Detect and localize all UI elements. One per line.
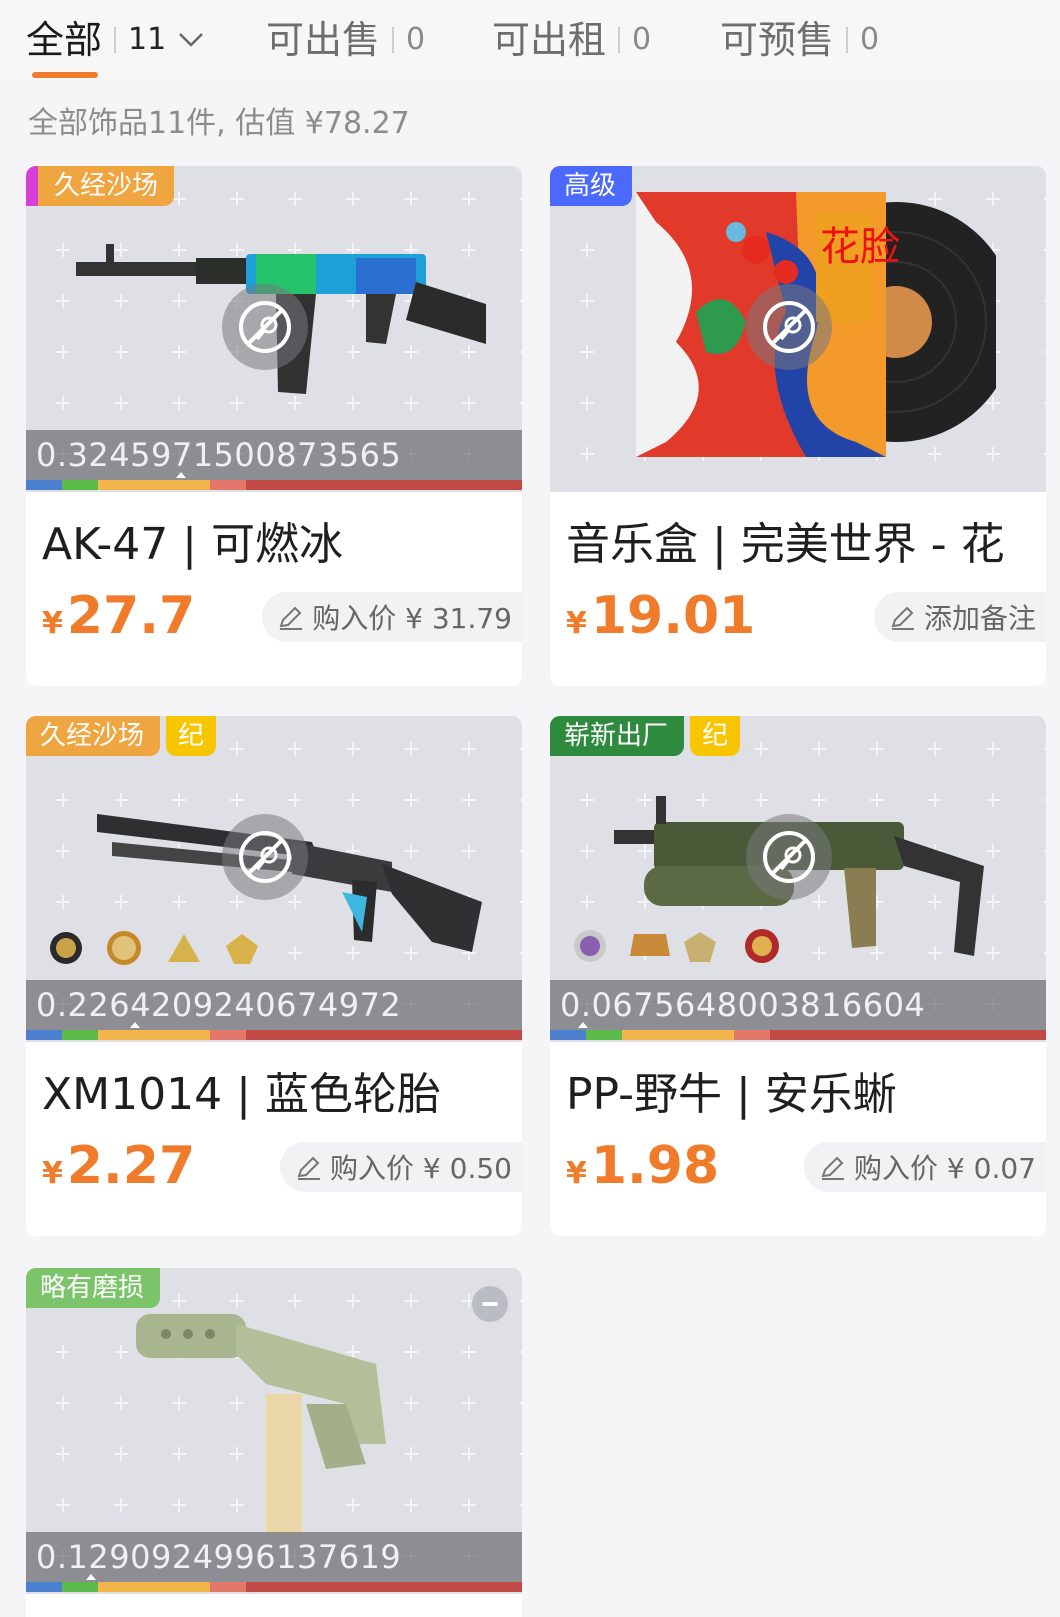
item-image: 久经沙场 0.3245971500873565 [26, 166, 522, 492]
trade-lock-icon [746, 284, 832, 370]
price-value: 19.01 [590, 586, 756, 646]
inventory-summary: 全部饰品11件, 估值 ¥78.27 [28, 106, 410, 141]
float-value: 0.1290924996137619 [36, 1538, 402, 1576]
float-value: 0.0675648003816604 [560, 986, 926, 1024]
edit-icon [279, 606, 303, 630]
tab-count: 0 [406, 22, 426, 57]
item-card[interactable]: 崭新出厂 纪 0.0675648003816604 PP-野牛 | 安乐蜥 ¥1… [550, 716, 1046, 1236]
float-value-bar: 0.2264209240674972 [26, 980, 522, 1030]
float-pointer [130, 1022, 140, 1028]
price-value: 27.7 [66, 586, 196, 646]
wear-range-bar [26, 480, 522, 490]
sticker-row [50, 931, 258, 965]
item-price: ¥27.7 [42, 586, 195, 646]
tag-group: 高级 [550, 166, 633, 206]
edit-icon [891, 606, 914, 630]
purchase-price-label: 购入价 ¥ 0.50 [330, 1152, 512, 1185]
currency-symbol: ¥ [566, 1156, 587, 1191]
active-tab-indicator [32, 72, 98, 78]
item-name: XM1014 | 蓝色轮胎 [42, 1069, 441, 1120]
float-value-bar: 0.0675648003816604 [550, 980, 1046, 1030]
price-value: 2.27 [66, 1136, 196, 1196]
chevron-down-icon[interactable] [178, 27, 204, 53]
tab-divider [114, 27, 117, 53]
tab-divider [846, 27, 849, 53]
trade-lock-icon [746, 814, 832, 900]
add-note-label: 添加备注 [923, 602, 1036, 635]
wear-tag: 崭新出厂 [550, 716, 685, 756]
wear-range-bar [550, 1030, 1046, 1040]
tab-divider [392, 27, 395, 53]
item-price: ¥2.27 [42, 1136, 195, 1196]
sticker-row [574, 929, 779, 963]
float-pointer [578, 1022, 588, 1028]
item-image: 略有磨损 0.1290924996137619 [26, 1268, 522, 1594]
purchase-price-label: 购入价 ¥ 31.79 [312, 602, 512, 635]
tab-label: 全部 [26, 18, 103, 62]
grade-tag: 高级 [550, 166, 633, 206]
purchase-price-label: 购入价 ¥ 0.07 [854, 1152, 1036, 1185]
currency-symbol: ¥ [42, 1156, 63, 1191]
wear-range-bar [26, 1582, 522, 1592]
item-image: 久经沙场 纪 0.2264209240674972 [26, 716, 522, 1042]
add-note-button[interactable]: 添加备注 [873, 592, 1046, 642]
item-card[interactable]: 略有磨损 0.1290924996137619 [26, 1268, 522, 1617]
souvenir-tag: 纪 [690, 716, 741, 756]
album-art-text: 花脸 [820, 224, 900, 270]
float-value: 0.3245971500873565 [36, 436, 402, 474]
item-name: PP-野牛 | 安乐蜥 [566, 1069, 897, 1120]
tab-divider [618, 27, 621, 53]
tab-bar: 全部 11 可出售 0 可出租 0 可预售 0 [0, 0, 1060, 80]
item-price: ¥1.98 [566, 1136, 719, 1196]
edit-icon [821, 1156, 845, 1180]
float-pointer [86, 1574, 96, 1580]
wear-tag: 久经沙场 [26, 166, 175, 206]
wear-tag: 久经沙场 [26, 716, 161, 756]
wear-range-bar [26, 1030, 522, 1040]
tab-count: 0 [632, 22, 652, 57]
item-card[interactable]: 久经沙场 0.3245971500873565 AK-47 | 可燃冰 ¥27.… [26, 166, 522, 686]
price-value: 1.98 [590, 1136, 720, 1196]
item-card[interactable]: 久经沙场 纪 0.2264209240674972 XM1014 | 蓝色轮胎 … [26, 716, 522, 1236]
tag-group: 久经沙场 纪 [26, 716, 217, 756]
trade-lock-icon [222, 284, 308, 370]
item-name: 音乐盒 | 完美世界 - 花 [566, 519, 1005, 570]
item-name: AK-47 | 可燃冰 [42, 519, 343, 570]
item-card[interactable]: 花脸 高级 音乐盒 | 完美世界 - 花 ¥19.01 添加备注 [550, 166, 1046, 686]
purchase-price-button[interactable]: 购入价 ¥ 0.50 [280, 1142, 522, 1192]
tag-group: 崭新出厂 纪 [550, 716, 741, 756]
float-pointer [176, 472, 186, 478]
purchase-price-button[interactable]: 购入价 ¥ 0.07 [804, 1142, 1046, 1192]
currency-symbol: ¥ [42, 606, 63, 641]
float-value: 0.2264209240674972 [36, 986, 402, 1024]
item-image: 花脸 高级 [550, 166, 1046, 492]
float-value-bar: 0.3245971500873565 [26, 430, 522, 480]
tag-group: 久经沙场 [26, 166, 175, 206]
float-value-bar: 0.1290924996137619 [26, 1532, 522, 1582]
item-price: ¥19.01 [566, 586, 755, 646]
purchase-price-button[interactable]: 购入价 ¥ 31.79 [262, 592, 522, 642]
tab-for-rent[interactable]: 可出租 0 [492, 14, 651, 66]
trade-lock-icon [222, 814, 308, 900]
item-image: 崭新出厂 纪 0.0675648003816604 [550, 716, 1046, 1042]
tab-for-sale[interactable]: 可出售 0 [266, 14, 425, 66]
tab-label: 可预售 [720, 18, 835, 62]
currency-symbol: ¥ [566, 606, 587, 641]
tab-count: 11 [128, 22, 167, 57]
edit-icon [297, 1156, 321, 1180]
tag-group: 略有磨损 [26, 1268, 161, 1308]
remove-icon[interactable] [472, 1286, 508, 1322]
souvenir-tag: 纪 [166, 716, 217, 756]
tab-presale[interactable]: 可预售 0 [720, 14, 879, 66]
tab-label: 可出租 [492, 18, 607, 62]
wear-tag: 略有磨损 [26, 1268, 161, 1308]
pistol-illustration [136, 1314, 386, 1534]
tab-label: 可出售 [266, 18, 381, 62]
tab-count: 0 [860, 22, 880, 57]
tab-all[interactable]: 全部 11 [26, 14, 204, 66]
